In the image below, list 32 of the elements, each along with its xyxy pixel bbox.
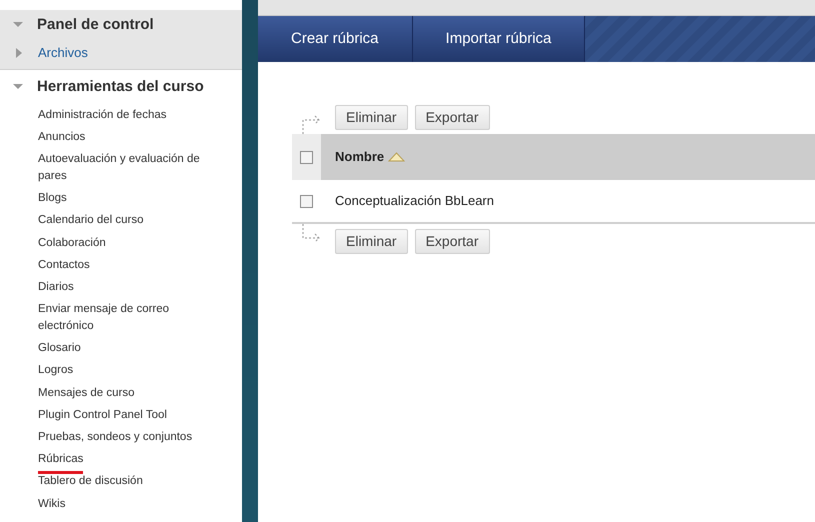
sidebar-item[interactable]: Administración de fechas [38,104,166,126]
checkbox[interactable] [300,150,313,164]
toolbar-button[interactable]: Importar rúbrica [412,16,586,62]
toolbar-button[interactable]: Crear rúbrica [258,16,413,62]
sidebar-item[interactable]: Rúbricas [38,448,84,474]
sidebar-item[interactable]: Diarios [38,276,74,298]
sidebar-item[interactable]: Pruebas, sondeos y conjuntos [38,426,192,449]
action-button[interactable]: Exportar [414,104,490,130]
collapse-triangle-icon[interactable] [13,20,23,30]
action-button[interactable]: Eliminar [335,104,408,130]
section-heading[interactable]: Panel de control [37,14,154,36]
sidebar-item[interactable]: Colaboración [38,232,106,254]
collapse-triangle-icon[interactable] [13,82,23,92]
sidebar-link[interactable]: Archivos [38,43,88,63]
expand-triangle-icon[interactable] [14,48,24,58]
checkbox[interactable] [300,194,313,208]
sidebar-item[interactable]: Wikis [38,493,66,516]
sidebar-item[interactable]: Logros [38,360,74,382]
sidebar-item[interactable]: Glosario [38,338,81,360]
action-button[interactable]: Eliminar [335,228,408,254]
sidebar-item[interactable]: Autoevaluación y evaluación de pares [38,148,222,188]
sidebar-item[interactable]: Mensajes de curso [38,382,135,404]
sidebar-item[interactable]: Blogs [38,188,67,210]
action-button[interactable]: Exportar [414,228,490,254]
sidebar-item[interactable]: Anuncios [38,126,86,148]
section-heading[interactable]: Herramientas del curso [37,76,204,98]
table-cell[interactable]: Conceptualización BbLearn [321,191,494,211]
column-header[interactable]: Nombre [321,134,406,180]
sidebar-item[interactable]: Calendario del curso [38,210,144,232]
sidebar-item[interactable]: Contactos [38,254,90,276]
sidebar-item[interactable]: Enviar mensaje de correo electrónico [38,298,222,338]
sidebar-item[interactable]: Plugin Control Panel Tool [38,404,167,426]
